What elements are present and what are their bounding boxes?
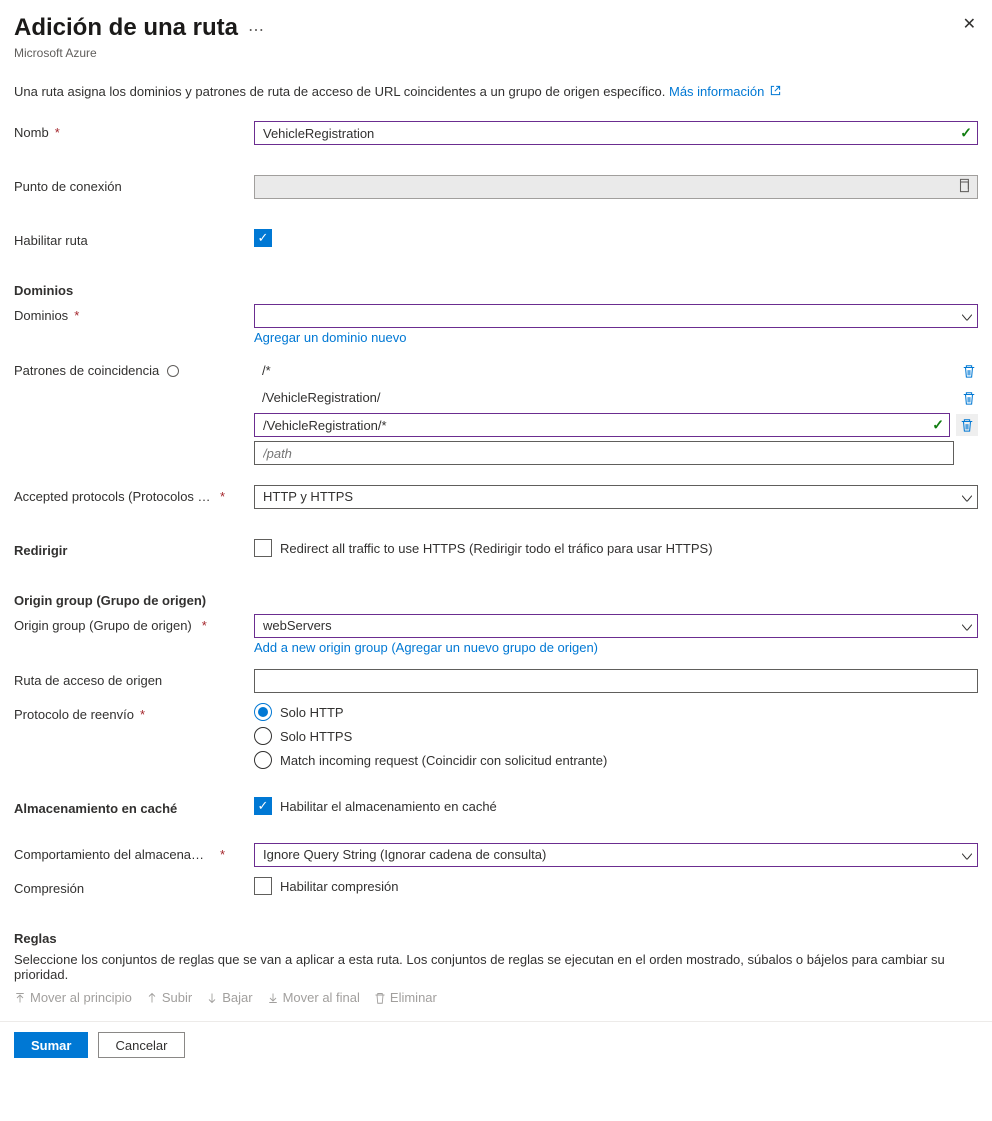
add-origin-group-link[interactable]: Add a new origin group (Agregar un nuevo… <box>254 640 598 655</box>
origin-path-input[interactable] <box>254 669 978 693</box>
check-icon: ✓ <box>932 417 944 434</box>
cache-behavior-select[interactable]: Ignore Query String (Ignorar cadena de c… <box>254 843 978 867</box>
learn-more-link[interactable]: Más información <box>669 84 781 99</box>
pattern-input-active[interactable] <box>254 413 950 437</box>
domains-select[interactable] <box>254 304 978 328</box>
close-icon: ✕ <box>963 16 976 33</box>
trash-icon <box>962 391 976 405</box>
pattern-row: /VehicleRegistration/ <box>254 386 978 409</box>
redirect-cb-label: Redirect all traffic to use HTTPS (Redir… <box>280 541 713 556</box>
origin-group-label: Origin group (Grupo de origen)* <box>14 614 254 633</box>
move-down-button[interactable]: Bajar <box>206 990 252 1005</box>
rules-toolbar: Mover al principio Subir Bajar Mover al … <box>14 990 978 1005</box>
name-label: Nomb* <box>14 121 254 140</box>
desc-text: Una ruta asigna los dominios y patrones … <box>14 84 669 99</box>
compression-label: Compresión <box>14 877 254 896</box>
enable-cache-checkbox[interactable]: ✓ <box>254 797 272 815</box>
panel-footer: Sumar Cancelar <box>0 1021 992 1068</box>
arrow-up-icon <box>146 992 158 1004</box>
arrow-top-icon <box>14 992 26 1004</box>
origin-path-label: Ruta de acceso de origen <box>14 669 254 688</box>
domains-section: Dominios <box>14 283 978 298</box>
radio-label: Solo HTTPS <box>280 729 352 744</box>
rules-section: Reglas <box>14 931 978 946</box>
submit-button[interactable]: Sumar <box>14 1032 88 1058</box>
protocols-label: Accepted protocols (Protocolos aceptad…* <box>14 485 254 504</box>
delete-pattern-button[interactable] <box>960 389 978 407</box>
domains-label: Dominios* <box>14 304 254 323</box>
delete-pattern-button[interactable] <box>960 362 978 380</box>
patterns-label: Patrones de coincidencia <box>14 359 254 378</box>
page-title: Adición de una ruta <box>14 14 238 42</box>
endpoint-label: Punto de conexión <box>14 175 254 194</box>
arrow-bottom-icon <box>267 992 279 1004</box>
move-bottom-button[interactable]: Mover al final <box>267 990 360 1005</box>
cache-behavior-label: Comportamiento del almacenamie…* <box>14 843 254 862</box>
trash-icon <box>962 364 976 378</box>
more-icon[interactable]: ⋯ <box>248 16 265 40</box>
page-description: Una ruta asigna los dominios y patrones … <box>14 84 978 99</box>
compression-checkbox[interactable]: ✓ <box>254 877 272 895</box>
move-up-button[interactable]: Subir <box>146 990 192 1005</box>
cache-label: Almacenamiento en caché <box>14 797 254 816</box>
compression-cb-label: Habilitar compresión <box>280 879 399 894</box>
delete-pattern-button[interactable] <box>956 414 978 436</box>
trash-icon <box>374 992 386 1004</box>
info-icon[interactable] <box>167 365 179 377</box>
copy-button[interactable] <box>957 179 971 196</box>
fwd-proto-https-radio[interactable]: Solo HTTPS <box>254 727 978 745</box>
radio-label: Match incoming request (Coincidir con so… <box>280 753 607 768</box>
copy-icon <box>957 179 971 193</box>
pattern-input-new[interactable] <box>254 441 954 465</box>
delete-rule-button[interactable]: Eliminar <box>374 990 437 1005</box>
close-button[interactable]: ✕ <box>961 14 978 34</box>
radio-label: Solo HTTP <box>280 705 344 720</box>
add-domain-link[interactable]: Agregar un dominio nuevo <box>254 330 407 345</box>
panel-header: Adición de una ruta ⋯ ✕ <box>14 14 978 42</box>
arrow-down-icon <box>206 992 218 1004</box>
fwd-proto-http-radio[interactable]: Solo HTTP <box>254 703 978 721</box>
enable-route-checkbox[interactable]: ✓ <box>254 229 272 247</box>
pattern-value: /VehicleRegistration/ <box>254 386 954 409</box>
page-subtitle: Microsoft Azure <box>14 46 978 60</box>
fwd-protocol-label: Protocolo de reenvío* <box>14 703 254 722</box>
pattern-row-active: ✓ <box>254 413 978 437</box>
pattern-row-new <box>254 441 978 465</box>
rules-desc: Seleccione los conjuntos de reglas que s… <box>14 952 978 982</box>
endpoint-input <box>254 175 978 199</box>
check-icon: ✓ <box>960 125 972 142</box>
name-input[interactable] <box>254 121 978 145</box>
redirect-label: Redirigir <box>14 539 254 558</box>
origin-section: Origin group (Grupo de origen) <box>14 593 978 608</box>
fwd-proto-match-radio[interactable]: Match incoming request (Coincidir con so… <box>254 751 978 769</box>
cache-cb-label: Habilitar el almacenamiento en caché <box>280 799 497 814</box>
external-link-icon <box>770 85 781 99</box>
enable-route-label: Habilitar ruta <box>14 229 254 248</box>
pattern-row: /* <box>254 359 978 382</box>
trash-icon <box>960 418 974 432</box>
redirect-https-checkbox[interactable]: ✓ <box>254 539 272 557</box>
cancel-button[interactable]: Cancelar <box>98 1032 184 1058</box>
move-top-button[interactable]: Mover al principio <box>14 990 132 1005</box>
pattern-value: /* <box>254 359 954 382</box>
protocols-select[interactable]: HTTP y HTTPS <box>254 485 978 509</box>
origin-group-select[interactable]: webServers <box>254 614 978 638</box>
